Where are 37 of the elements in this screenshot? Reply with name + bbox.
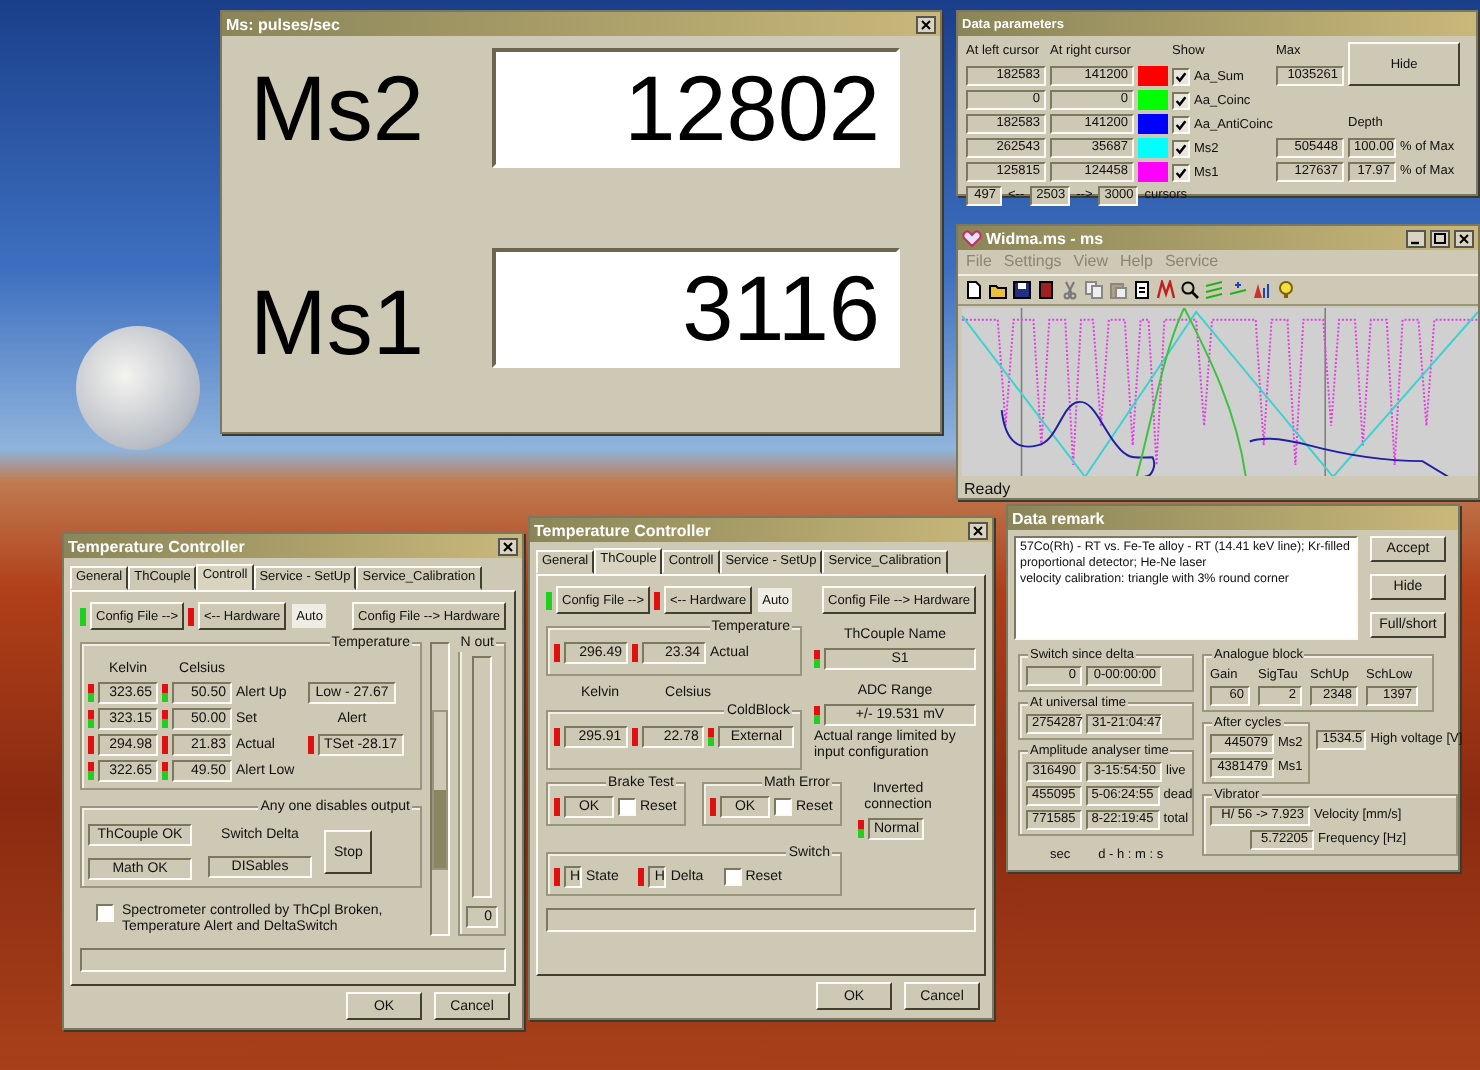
window-title: Ms: pulses/sec <box>226 15 340 33</box>
checkbox[interactable] <box>723 868 742 886</box>
counter-label: Ms2 <box>250 62 424 154</box>
checkbox[interactable] <box>1172 139 1190 157</box>
heart-icon <box>962 229 982 247</box>
new-file-icon[interactable] <box>964 279 984 300</box>
checkbox[interactable] <box>774 798 792 816</box>
peak-marker-icon[interactable] <box>1252 279 1272 300</box>
book-icon[interactable] <box>1036 279 1056 300</box>
status-text: Ready <box>964 479 1011 498</box>
checkbox[interactable] <box>618 798 636 816</box>
page-icon[interactable] <box>1132 279 1152 300</box>
counter-label: Ms1 <box>250 276 424 368</box>
help-icon[interactable] <box>1276 279 1296 300</box>
checkbox[interactable] <box>1172 67 1190 85</box>
peaks-icon[interactable] <box>1156 279 1176 300</box>
minimize-icon[interactable] <box>1406 229 1426 247</box>
window-title: Temperature Controller <box>68 537 245 555</box>
maximize-icon[interactable] <box>1430 229 1450 247</box>
close-icon[interactable] <box>916 15 936 33</box>
search-icon[interactable] <box>1180 279 1200 300</box>
open-folder-icon[interactable] <box>988 279 1008 300</box>
window-title: Temperature Controller <box>534 521 711 539</box>
checkbox[interactable] <box>96 904 114 922</box>
close-icon[interactable] <box>498 537 518 555</box>
copy-icon[interactable] <box>1084 279 1104 300</box>
window-title: Data remark <box>1012 509 1105 527</box>
checkbox[interactable] <box>1172 115 1190 133</box>
counter-value-field: 3116 <box>492 248 900 368</box>
counter-value-field: 12802 <box>492 48 900 168</box>
checkbox[interactable] <box>1172 91 1190 109</box>
close-icon[interactable] <box>968 521 988 539</box>
close-icon[interactable] <box>1454 229 1474 247</box>
window-title: Widma.ms - ms <box>986 229 1104 247</box>
plus-line-icon[interactable] <box>1228 279 1248 300</box>
checkbox[interactable] <box>1172 163 1190 181</box>
save-icon[interactable] <box>1012 279 1032 300</box>
